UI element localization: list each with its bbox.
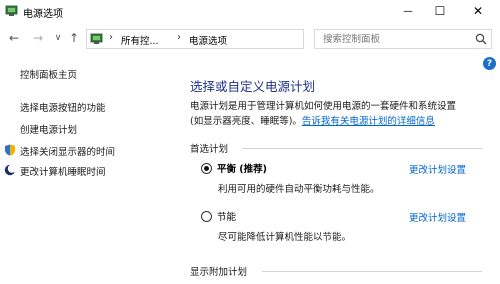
page-title: 选择或自定义电源计划 (190, 79, 316, 94)
description-text-continued: (如显示器亮度、睡眠等)。告诉我有关电源计划的详细信息 (190, 113, 435, 127)
learn-more-link[interactable]: 告诉我有关电源计划的详细信息 (302, 116, 435, 127)
breadcrumb-power-options[interactable]: 电源选项 (189, 33, 227, 47)
power-options-icon (5, 5, 18, 16)
sidebar-item-control-panel-home[interactable]: 控制面板主页 (20, 67, 77, 81)
up-button[interactable]: ↑ (66, 30, 82, 46)
sidebar-item-power-button-function[interactable]: 选择电源按钮的功能 (20, 100, 106, 114)
preferred-plans-heading: 首选计划 (190, 144, 229, 155)
help-button[interactable]: ? (483, 57, 496, 70)
balanced-plan-radio[interactable] (201, 163, 212, 174)
navigation-bar: ← → ∨ ↑ › 所有控... › 电源选项 ∨ ↻ (0, 26, 500, 52)
power-saver-change-settings-link[interactable]: 更改计划设置 (409, 210, 466, 224)
control-panel-icon (90, 33, 103, 44)
title-bar: 电源选项 — ☐ ✕ (0, 0, 500, 24)
minimize-icon: — (403, 5, 413, 17)
shield-icon (5, 144, 15, 156)
sidebar-item-create-power-plan[interactable]: 创建电源计划 (20, 122, 77, 136)
window-title: 电源选项 (23, 9, 63, 20)
section-divider (262, 271, 482, 272)
balanced-plan-name[interactable]: 平衡 (推荐) (217, 161, 267, 175)
additional-plans-heading[interactable]: 显示附加计划 (190, 264, 247, 278)
power-saver-plan-radio[interactable] (201, 211, 212, 222)
search-icon[interactable] (475, 33, 487, 45)
power-saver-plan-description: 尽可能降低计算机性能以节能。 (218, 232, 352, 243)
forward-arrow-icon: → (32, 31, 44, 45)
forward-button[interactable]: → (30, 30, 46, 46)
balanced-change-settings-link[interactable]: 更改计划设置 (409, 162, 466, 176)
sidebar-item-sleep-time[interactable]: 更改计算机睡眠时间 (20, 164, 106, 178)
breadcrumb-separator: › (177, 32, 181, 43)
breadcrumb-all-control-panel[interactable]: 所有控... (121, 33, 159, 47)
up-arrow-icon: ↑ (68, 31, 80, 45)
balanced-plan-description: 利用可用的硬件自动平衡功耗与性能。 (218, 184, 380, 195)
maximize-button[interactable]: ☐ (420, 0, 460, 22)
back-arrow-icon: ← (8, 31, 20, 45)
description-text: 电源计划是用于管理计算机如何使用电源的一套硬件和系统设置 (190, 101, 457, 112)
moon-icon (4, 164, 16, 176)
section-divider (242, 148, 482, 149)
question-mark-icon: ? (486, 58, 493, 69)
power-saver-plan-name[interactable]: 节能 (217, 209, 236, 223)
recent-locations-button[interactable]: ∨ (50, 30, 66, 46)
chevron-down-icon: ∨ (54, 33, 62, 43)
search-input[interactable] (315, 30, 473, 48)
sidebar-item-display-off-time[interactable]: 选择关闭显示器的时间 (20, 144, 115, 158)
close-icon: ✕ (472, 4, 484, 18)
maximize-icon: ☐ (434, 4, 446, 18)
breadcrumb-separator: › (109, 32, 113, 43)
back-button[interactable]: ← (6, 30, 22, 46)
address-bar[interactable]: › 所有控... › 电源选项 ∨ ↻ (86, 29, 380, 49)
description-prefix: (如显示器亮度、睡眠等)。 (190, 116, 302, 127)
search-box[interactable] (314, 29, 492, 49)
close-button[interactable]: ✕ (458, 0, 498, 22)
